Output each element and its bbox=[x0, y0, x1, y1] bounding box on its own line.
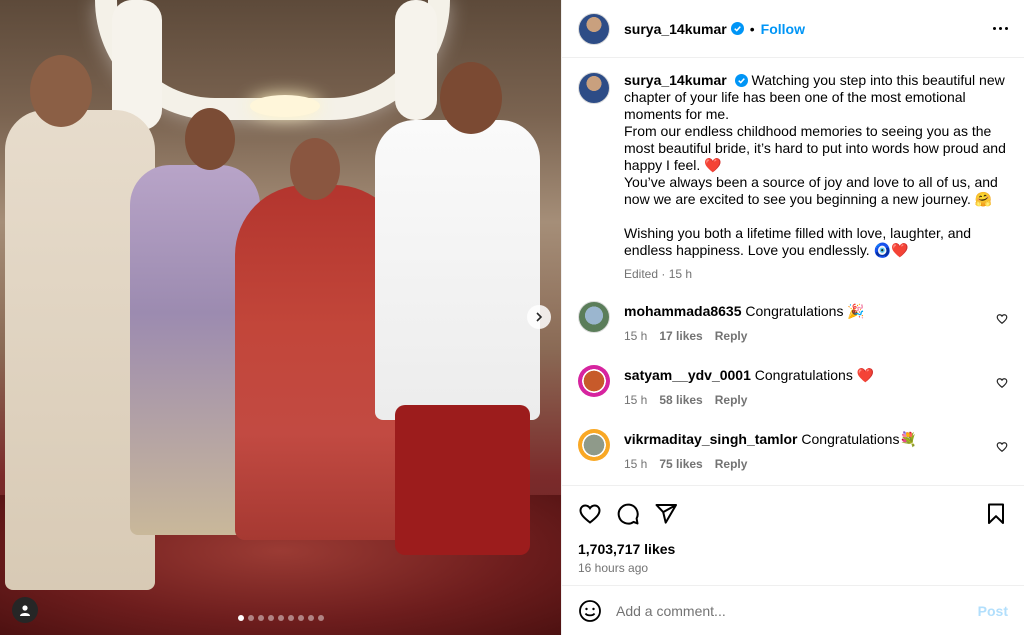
comment-icon[interactable] bbox=[616, 502, 640, 526]
comment-username[interactable]: satyam__ydv_0001 bbox=[624, 367, 751, 383]
commenter-avatar[interactable] bbox=[578, 365, 610, 397]
author-username[interactable]: surya_14kumar bbox=[624, 21, 727, 37]
comment-text: Congratulations ❤️ bbox=[754, 367, 875, 383]
caption: surya_14kumar Watching you step into thi… bbox=[578, 72, 1008, 281]
comment-likes[interactable]: 75 likes bbox=[659, 456, 702, 473]
comment-body: vikrmaditay_singh_tamlor Congratulations… bbox=[624, 431, 996, 473]
follow-button[interactable]: Follow bbox=[761, 21, 805, 37]
comment-text: Congratulations 🎉 bbox=[745, 303, 865, 319]
chandelier bbox=[250, 95, 320, 117]
action-bar bbox=[562, 485, 1024, 541]
caption-line-2: From our endless childhood memories to s… bbox=[624, 123, 1006, 173]
post-panel: surya_14kumar • Follow surya_14kumar Wat… bbox=[561, 0, 1024, 635]
person-head bbox=[185, 108, 235, 170]
reply-button[interactable]: Reply bbox=[715, 328, 748, 345]
like-count[interactable]: 1,703,717 likes bbox=[562, 541, 1024, 557]
verified-badge-icon bbox=[734, 74, 748, 87]
person-groom-dhoti bbox=[395, 405, 530, 555]
person-head bbox=[440, 62, 502, 134]
heart-icon[interactable] bbox=[996, 377, 1008, 389]
person-head bbox=[30, 55, 92, 127]
emoji-icon[interactable] bbox=[578, 599, 602, 623]
carousel-dot bbox=[297, 615, 304, 621]
scroll-fade bbox=[562, 475, 1024, 485]
tagged-users-button[interactable] bbox=[12, 597, 38, 623]
next-slide-button[interactable] bbox=[527, 305, 551, 329]
caption-username[interactable]: surya_14kumar bbox=[624, 72, 727, 88]
more-horizontal-icon bbox=[993, 27, 996, 30]
author-avatar[interactable] bbox=[578, 72, 610, 104]
post-time[interactable]: 16 hours ago bbox=[562, 557, 1024, 585]
reply-button[interactable]: Reply bbox=[715, 456, 748, 473]
carousel-dot bbox=[267, 615, 274, 621]
person-groom bbox=[375, 120, 540, 420]
bookmark-icon[interactable] bbox=[984, 502, 1008, 526]
comments-scroll[interactable]: surya_14kumar Watching you step into thi… bbox=[562, 58, 1024, 485]
person-head bbox=[290, 138, 340, 200]
comment-meta: 15 h 17 likes Reply bbox=[624, 328, 996, 345]
more-dot bbox=[999, 27, 1002, 30]
comment-username[interactable]: mohammada8635 bbox=[624, 303, 742, 319]
comment-input[interactable] bbox=[616, 602, 978, 619]
comment-time[interactable]: 15 h bbox=[624, 328, 647, 345]
comment-likes[interactable]: 58 likes bbox=[659, 392, 702, 409]
floral-pillar-right bbox=[395, 0, 437, 120]
heart-icon[interactable] bbox=[578, 502, 602, 526]
heart-icon[interactable] bbox=[996, 441, 1008, 453]
add-comment-bar: Post bbox=[562, 585, 1024, 635]
carousel-dot bbox=[307, 615, 314, 621]
post-photo[interactable] bbox=[0, 0, 561, 635]
commenter-avatar[interactable] bbox=[578, 429, 610, 461]
reply-button[interactable]: Reply bbox=[715, 392, 748, 409]
comment-body: satyam__ydv_0001 Congratulations ❤️ 15 h 5… bbox=[624, 367, 996, 409]
verified-badge-icon bbox=[730, 22, 744, 35]
more-options-button[interactable] bbox=[993, 27, 1008, 30]
carousel-dot bbox=[247, 615, 254, 621]
comment-meta: 15 h 58 likes Reply bbox=[624, 392, 996, 409]
carousel-indicator bbox=[0, 615, 561, 621]
comment-meta: 15 h 75 likes Reply bbox=[624, 456, 996, 473]
comment-item: satyam__ydv_0001 Congratulations ❤️ 15 h 5… bbox=[578, 365, 1008, 409]
carousel-dot bbox=[237, 615, 244, 621]
post-dialog: surya_14kumar • Follow surya_14kumar Wat… bbox=[0, 0, 1024, 635]
separator: • bbox=[749, 20, 755, 37]
share-icon[interactable] bbox=[654, 502, 678, 526]
comment-item: mohammada8635 Congratulations 🎉 15 h 17 li… bbox=[578, 301, 1008, 345]
comment-likes[interactable]: 17 likes bbox=[659, 328, 702, 345]
caption-line-4: Wishing you both a lifetime filled with … bbox=[624, 225, 972, 258]
post-header: surya_14kumar • Follow bbox=[562, 0, 1024, 58]
caption-edited: Edited · 15 h bbox=[624, 267, 693, 281]
comment-time[interactable]: 15 h bbox=[624, 456, 647, 473]
comment-list: mohammada8635 Congratulations 🎉 15 h 17 li… bbox=[578, 301, 1008, 473]
carousel-dot bbox=[287, 615, 294, 621]
comment-item: vikrmaditay_singh_tamlor Congratulations… bbox=[578, 429, 1008, 473]
comment-body: mohammada8635 Congratulations 🎉 15 h 17 li… bbox=[624, 303, 996, 345]
author-avatar[interactable] bbox=[578, 12, 610, 45]
commenter-avatar[interactable] bbox=[578, 301, 610, 333]
carousel-dot bbox=[257, 615, 264, 621]
carousel-dot bbox=[277, 615, 284, 621]
carousel-dot bbox=[317, 615, 324, 621]
chevron-right-icon bbox=[536, 312, 543, 322]
user-tag-icon bbox=[20, 605, 30, 616]
comment-text: Congratulations💐 bbox=[801, 431, 917, 447]
caption-text: surya_14kumar Watching you step into thi… bbox=[624, 72, 1008, 259]
caption-line-3: You’ve always been a source of joy and l… bbox=[624, 174, 998, 207]
comment-username[interactable]: vikrmaditay_singh_tamlor bbox=[624, 431, 798, 447]
comment-time[interactable]: 15 h bbox=[624, 392, 647, 409]
post-comment-button[interactable]: Post bbox=[978, 603, 1008, 619]
more-dot bbox=[1005, 27, 1008, 30]
heart-icon[interactable] bbox=[996, 313, 1008, 325]
